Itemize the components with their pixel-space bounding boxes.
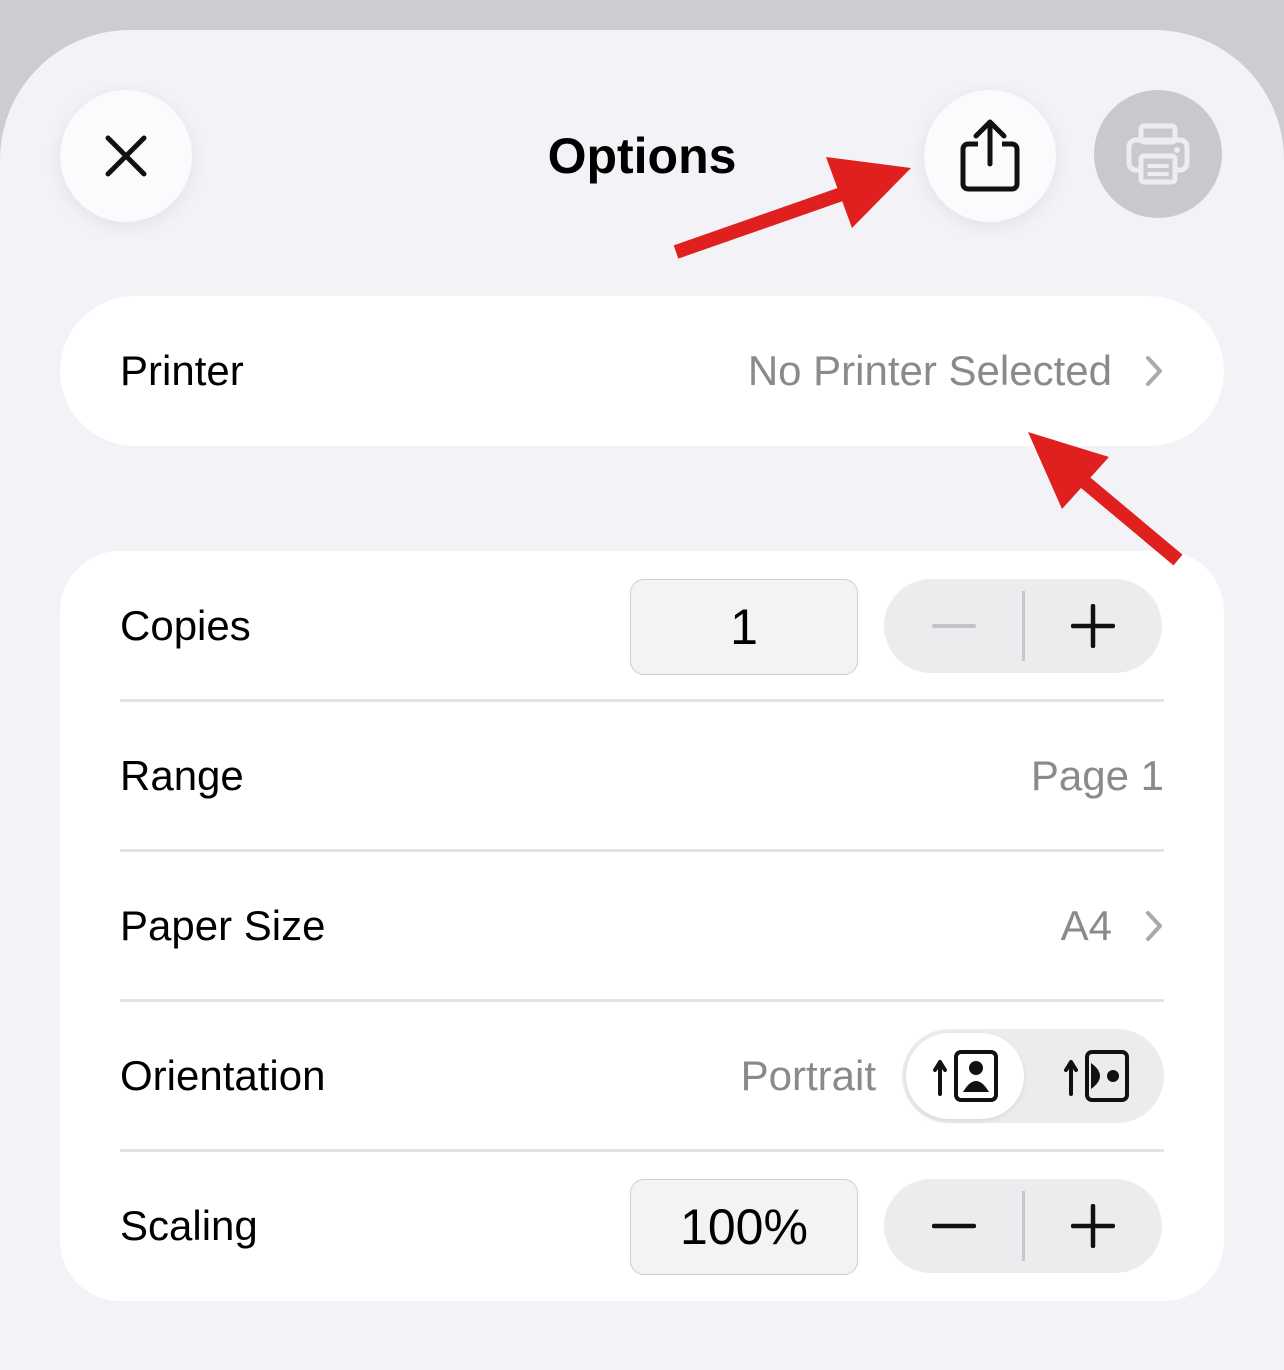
minus-icon	[931, 624, 976, 628]
scaling-stepper	[884, 1179, 1162, 1273]
printer-label: Printer	[120, 347, 244, 394]
paper-size-value: A4	[1060, 902, 1112, 949]
printer-value: No Printer Selected	[747, 347, 1112, 394]
portrait-icon	[932, 1050, 998, 1102]
scaling-increment-button[interactable]	[1023, 1179, 1162, 1273]
orientation-value: Portrait	[740, 1052, 876, 1099]
plus-icon	[1070, 1204, 1115, 1248]
scaling-label: Scaling	[120, 1202, 258, 1249]
scaling-row: Scaling 100%	[120, 1151, 1164, 1301]
printer-icon	[1126, 123, 1190, 185]
close-button[interactable]	[60, 90, 192, 222]
copies-decrement-button[interactable]	[884, 579, 1023, 673]
share-button[interactable]	[924, 90, 1056, 222]
paper-size-label: Paper Size	[120, 902, 326, 949]
chevron-right-icon	[1146, 911, 1162, 941]
scaling-decrement-button[interactable]	[884, 1179, 1023, 1273]
range-row[interactable]: Range Page 1	[120, 701, 1164, 851]
copies-stepper	[884, 579, 1162, 673]
landscape-option[interactable]	[1033, 1029, 1164, 1123]
printer-row[interactable]: Printer No Printer Selected	[60, 296, 1224, 446]
print-button[interactable]	[1094, 90, 1222, 218]
plus-icon	[1070, 604, 1115, 648]
orientation-label: Orientation	[120, 1052, 326, 1099]
paper-size-row[interactable]: Paper Size A4	[120, 851, 1164, 1001]
range-label: Range	[120, 752, 244, 799]
chevron-right-icon	[1146, 356, 1162, 386]
copies-row: Copies 1	[120, 551, 1164, 701]
copies-field[interactable]: 1	[630, 579, 858, 675]
landscape-icon	[1063, 1050, 1129, 1102]
minus-icon	[931, 1223, 976, 1229]
copies-increment-button[interactable]	[1023, 579, 1162, 673]
print-options-card: Copies 1 Range Page 1 Paper Size A4 Orie…	[60, 551, 1224, 1301]
scaling-field[interactable]: 100%	[630, 1179, 858, 1275]
orientation-row: Orientation Portrait	[120, 1001, 1164, 1151]
orientation-segmented-control	[902, 1029, 1164, 1123]
portrait-option[interactable]	[902, 1029, 1033, 1123]
copies-label: Copies	[120, 602, 251, 649]
share-icon	[960, 119, 1020, 192]
range-value: Page 1	[1030, 752, 1164, 799]
page-title: Options	[547, 128, 737, 184]
close-icon	[105, 135, 147, 177]
